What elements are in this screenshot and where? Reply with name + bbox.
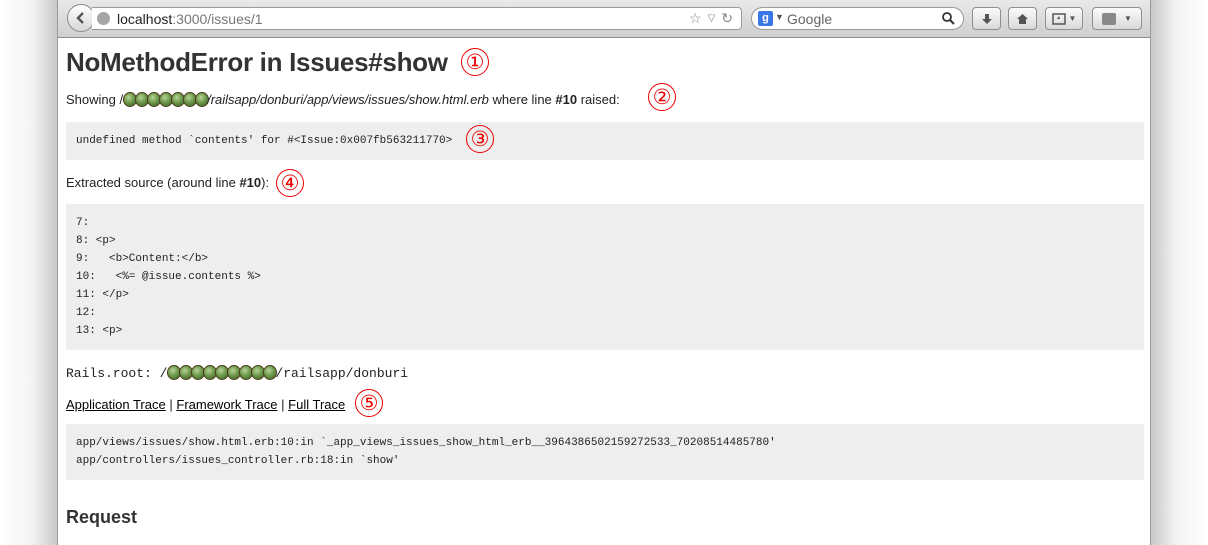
rails-root-suffix: /railsapp/donburi (275, 366, 409, 381)
error-message-box: undefined method `contents' for #<Issue:… (66, 122, 1144, 160)
showing-line: Showing / /railsapp/donburi/app/views/iss… (66, 92, 620, 107)
window-shadow-left (0, 0, 57, 545)
back-button[interactable] (67, 4, 95, 32)
addon-button[interactable]: ▼ (1092, 7, 1142, 30)
search-bar[interactable]: g ▼ Google (751, 7, 964, 30)
extracted-suffix: ): (261, 175, 270, 190)
redacted-user-icons (167, 365, 278, 381)
trace-line: app/controllers/issues_controller.rb:18:… (76, 455, 400, 467)
url-host: localhost (117, 11, 173, 27)
error-line-number: #10 (555, 92, 578, 107)
bookmark-star-icon[interactable]: ☆ (689, 10, 702, 28)
where-line-text: where line (488, 92, 556, 107)
raised-text: raised: (577, 92, 620, 107)
google-icon[interactable]: g (758, 11, 773, 26)
url-bar-icons: ☆ ▽ ↻ (689, 10, 733, 28)
showing-prefix: Showing / (66, 92, 124, 107)
annotation-3: ③ (466, 125, 494, 153)
annotation-5: ⑤ (355, 389, 383, 417)
search-input[interactable]: Google (787, 11, 832, 27)
download-icon (981, 13, 992, 24)
rails-root: Rails.root: / /railsapp/donburi (66, 365, 408, 381)
bookmarks-icon (1051, 12, 1066, 25)
browser-window: localhost:3000/issues/1 ☆ ▽ ↻ g ▼ Google… (57, 0, 1151, 545)
source-line: 10: <%= @issue.contents %> (76, 271, 261, 283)
source-line: 8: <p> (76, 235, 116, 247)
source-line: 13: <p> (76, 325, 123, 337)
addon-icon (1102, 12, 1117, 25)
chevron-down-icon: ▼ (1068, 14, 1077, 23)
globe-icon (97, 12, 110, 25)
browser-toolbar: localhost:3000/issues/1 ☆ ▽ ↻ g ▼ Google… (58, 0, 1150, 38)
trace-links: Application Trace | Framework Trace | Fu… (66, 397, 345, 412)
source-line: 11: </p> (76, 289, 129, 301)
separator: | (169, 397, 173, 412)
source-line: 7: (76, 217, 90, 229)
framework-trace-link[interactable]: Framework Trace (176, 397, 277, 412)
extracted-source-label: Extracted source (around line #10): (66, 175, 269, 190)
extracted-line-number: #10 (239, 175, 262, 190)
full-trace-link[interactable]: Full Trace (288, 397, 345, 412)
back-arrow-icon (76, 12, 84, 24)
redacted-user-icons (123, 92, 210, 107)
separator: | (281, 397, 285, 412)
bookmarks-menu-button[interactable]: ▼ (1045, 7, 1083, 30)
address-bar[interactable]: localhost:3000/issues/1 ☆ ▽ ↻ (92, 7, 742, 30)
source-line: 12: (76, 307, 96, 319)
trace-box: app/views/issues/show.html.erb:10:in `_a… (66, 424, 1144, 480)
source-box: 7: 8: <p> 9: <b>Content:</b> 10: <%= @is… (66, 204, 1144, 350)
search-icon[interactable] (942, 12, 955, 25)
error-title: NoMethodError in Issues#show (66, 47, 448, 77)
downloads-button[interactable] (972, 7, 1001, 30)
template-path: /railsapp/donburi/app/views/issues/show.… (207, 92, 489, 107)
extracted-prefix: Extracted source (around line (66, 175, 240, 190)
window-shadow-right (1151, 0, 1208, 545)
trace-line: app/views/issues/show.html.erb:10:in `_a… (76, 437, 776, 449)
chevron-down-icon: ▼ (1124, 14, 1132, 23)
request-heading: Request (66, 507, 138, 527)
dropdown-arrow-icon[interactable]: ▽ (708, 10, 716, 28)
error-message: undefined method `contents' for #<Issue:… (76, 135, 453, 147)
annotation-4: ④ (276, 169, 304, 197)
rails-root-prefix: Rails.root: / (66, 366, 168, 381)
url-path: :3000/issues/1 (172, 11, 263, 27)
annotation-2: ② (648, 83, 676, 111)
home-button[interactable] (1008, 7, 1037, 30)
home-icon (1017, 13, 1028, 24)
annotation-1: ① (461, 48, 489, 76)
application-trace-link[interactable]: Application Trace (66, 397, 166, 412)
reload-icon[interactable]: ↻ (721, 10, 733, 28)
url-text[interactable]: localhost:3000/issues/1 (117, 11, 263, 27)
source-line: 9: <b>Content:</b> (76, 253, 209, 265)
engine-caret-icon[interactable]: ▼ (775, 12, 784, 22)
